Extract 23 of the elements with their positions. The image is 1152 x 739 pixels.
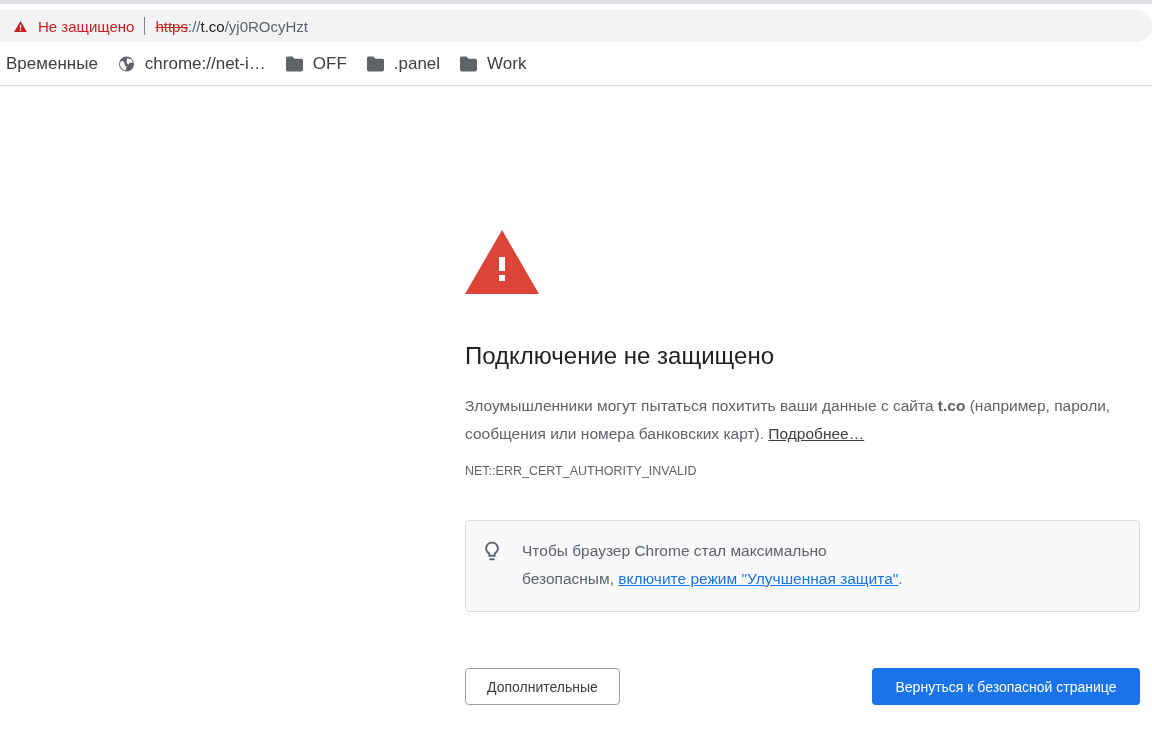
enhanced-protection-link[interactable]: включите режим "Улучшенная защита" — [618, 570, 899, 587]
bookmark-item[interactable]: OFF — [285, 53, 347, 74]
bookmark-item[interactable]: Временные — [6, 53, 98, 74]
back-to-safety-button[interactable]: Вернуться к безопасной странице — [872, 668, 1140, 705]
bookmark-item[interactable]: Work — [460, 53, 527, 74]
bookmark-item[interactable]: chrome://net-i… — [117, 53, 266, 74]
folder-icon — [460, 55, 478, 72]
lightbulb-icon — [484, 541, 500, 562]
warning-icon — [14, 20, 27, 32]
details-link[interactable]: Подробнее… — [768, 425, 865, 442]
error-description: Злоумышленники могут пытаться похитить ваши данные с сайта t.co (например, пароли, сообщения или номера банковских карт). Подробнее… — [465, 396, 1112, 444]
folder-icon — [285, 55, 303, 72]
error-code: NET::ERR_CERT_AUTHORITY_INVALID — [465, 464, 698, 478]
error-heading: Подключение не защищено — [465, 342, 776, 370]
bookmark-item[interactable]: .panel — [366, 53, 441, 74]
globe-icon — [117, 55, 135, 72]
tip-text: Чтобы браузер Chrome стал максимально безопасным, включите режим "Улучшенная защита". — [522, 541, 904, 589]
folder-icon — [366, 55, 384, 72]
url-text: https://t.co/yj0ROcyHzt — [155, 17, 308, 35]
security-label[interactable]: Не защищено — [38, 17, 135, 35]
address-bar[interactable]: Не защищено https://t.co/yj0ROcyHzt — [0, 10, 1152, 42]
advanced-button[interactable]: Дополнительные — [465, 668, 620, 705]
warning-icon — [465, 230, 539, 294]
